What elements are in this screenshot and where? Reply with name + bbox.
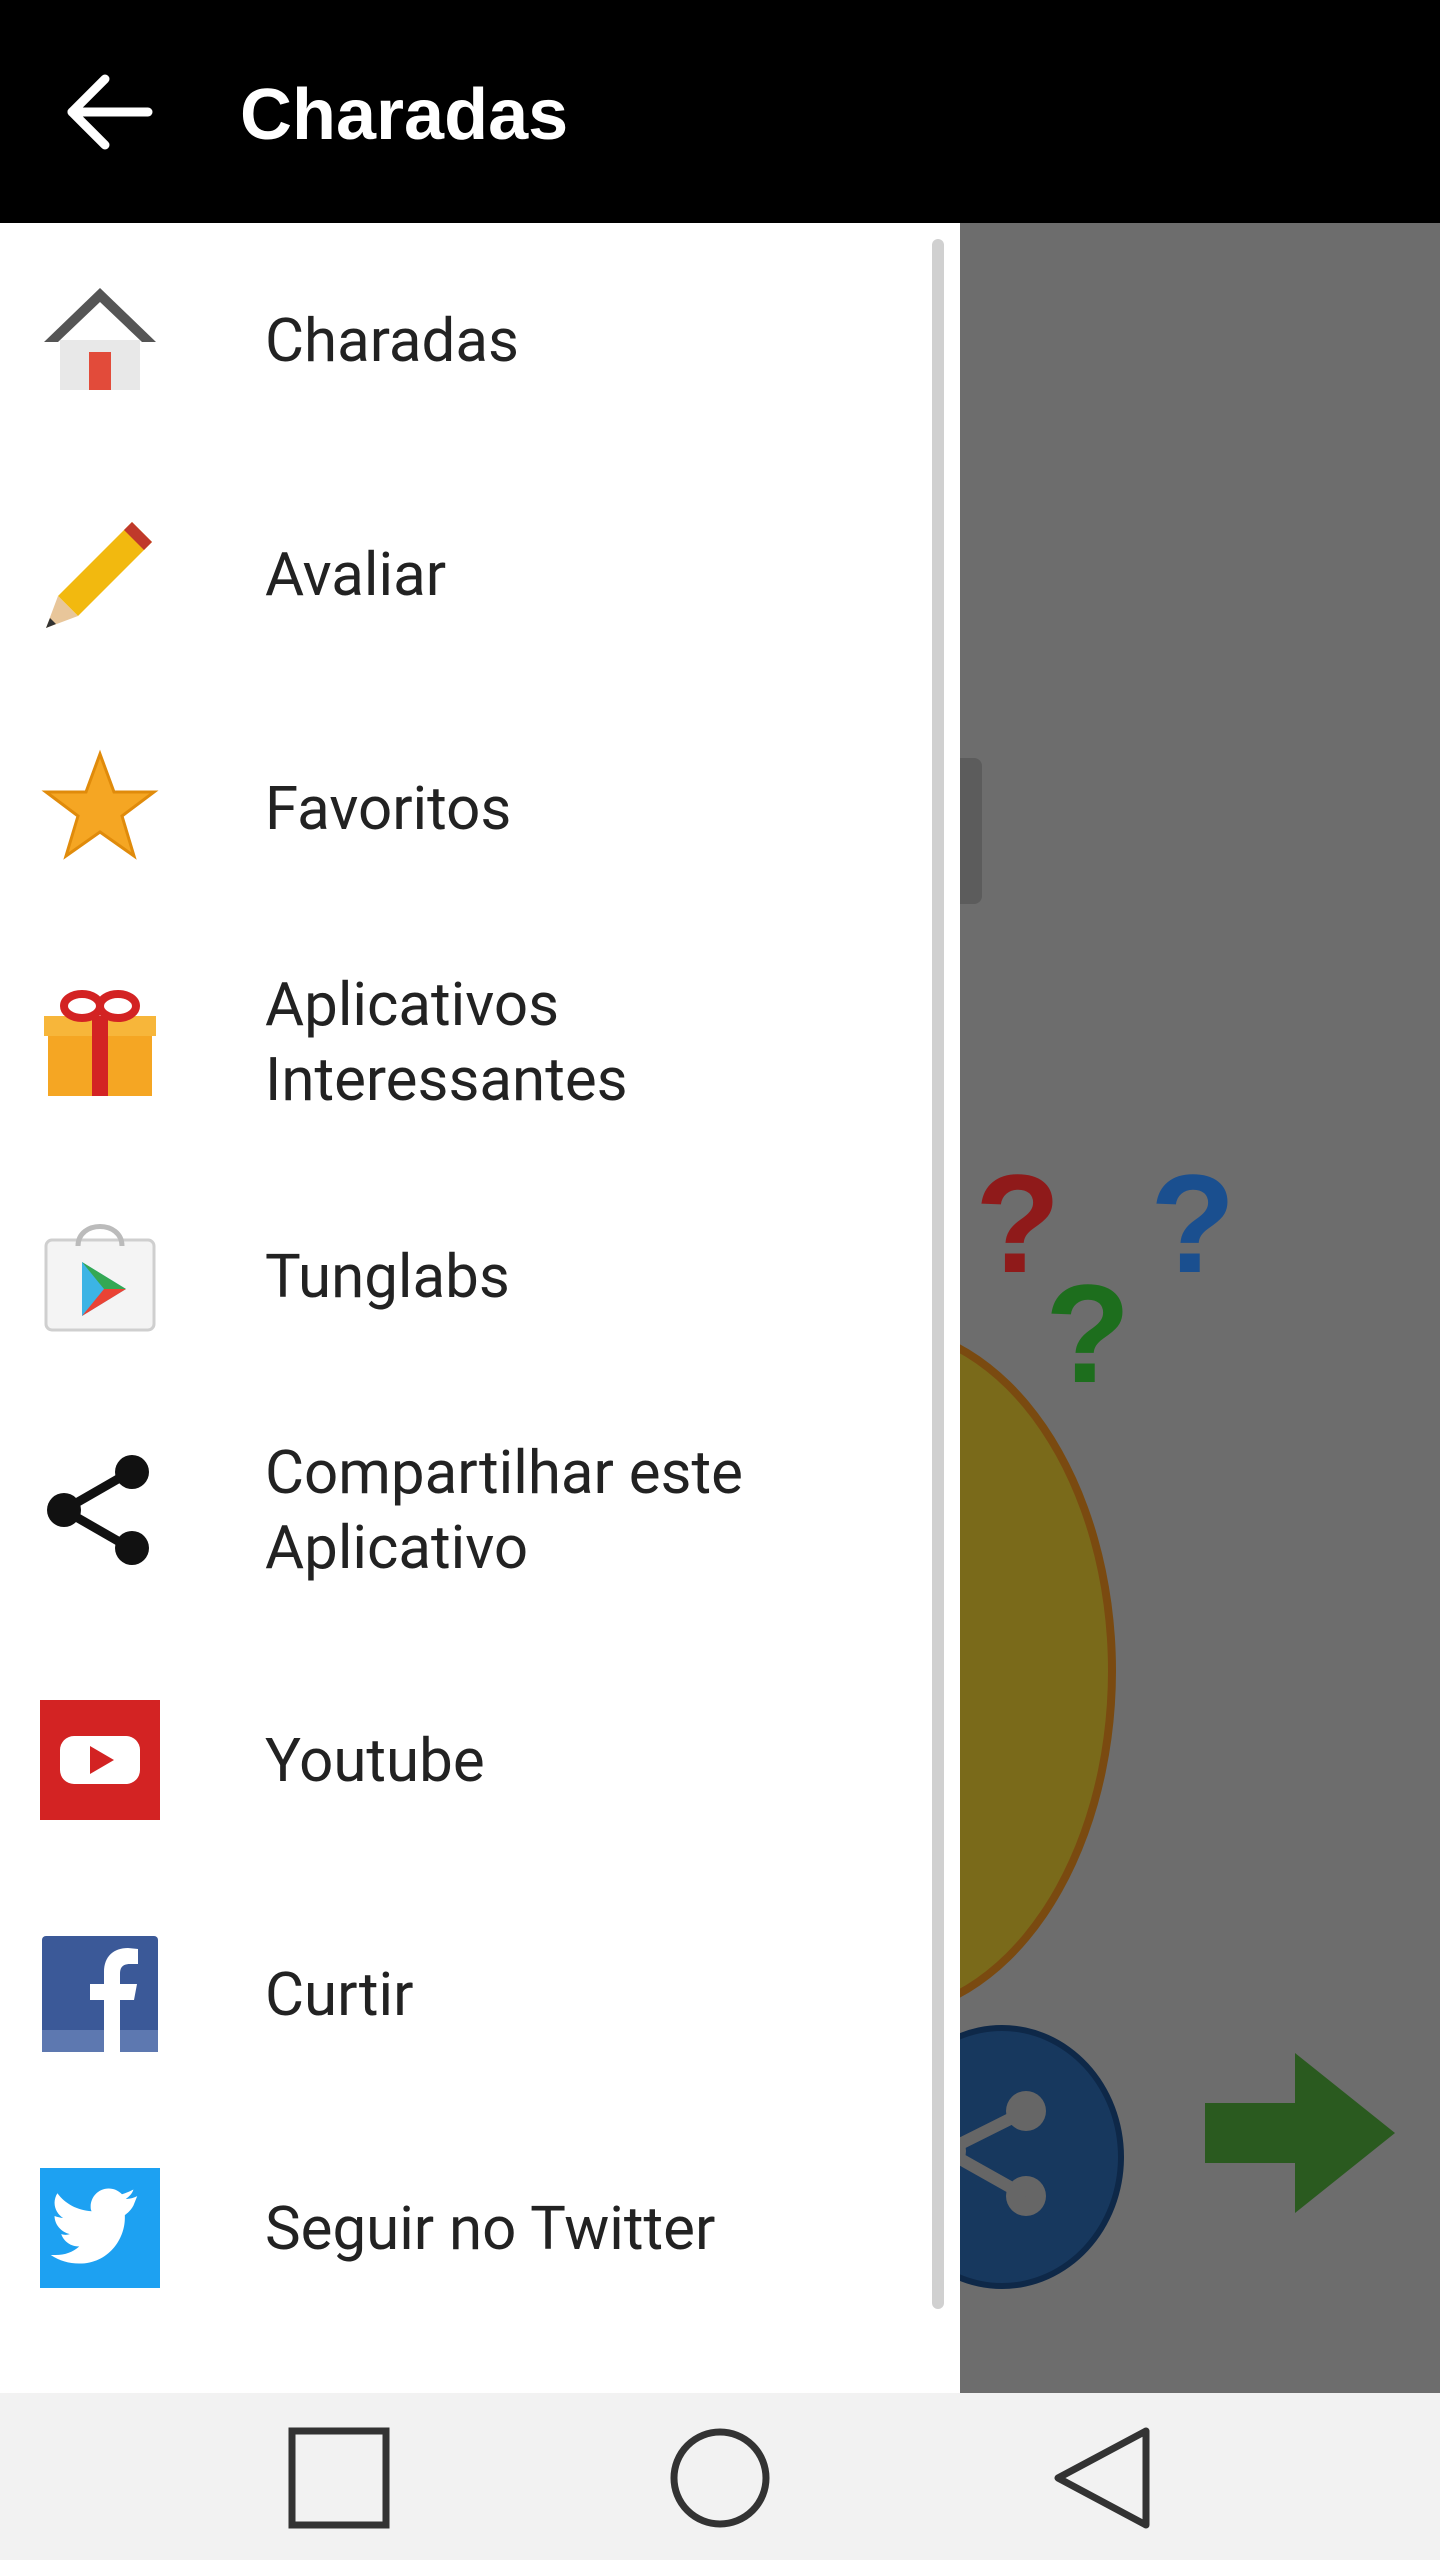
drawer-item-label: Compartilhar este Aplicativo bbox=[265, 1437, 743, 1583]
drawer-item-avaliar[interactable]: Avaliar bbox=[0, 457, 930, 691]
home-circle-icon[interactable] bbox=[665, 2423, 775, 2533]
navigation-drawer: Charadas Avaliar Favoritos Aplicativos I… bbox=[0, 223, 960, 2393]
drawer-item-label: Favoritos bbox=[265, 772, 512, 844]
recents-icon[interactable] bbox=[284, 2423, 394, 2533]
drawer-item-curtir[interactable]: Curtir bbox=[0, 1877, 930, 2111]
back-arrow-icon[interactable] bbox=[60, 62, 160, 162]
facebook-icon bbox=[40, 1934, 160, 2054]
app-title: Charadas bbox=[240, 75, 569, 155]
drawer-item-aplicativos-interessantes[interactable]: Aplicativos Interessantes bbox=[0, 925, 930, 1159]
system-navigation-bar bbox=[0, 2393, 1440, 2560]
drawer-item-label: Tunglabs bbox=[265, 1240, 510, 1312]
share-icon bbox=[40, 1450, 160, 1570]
drawer-item-youtube[interactable]: Youtube bbox=[0, 1643, 930, 1877]
back-triangle-icon[interactable] bbox=[1048, 2423, 1158, 2533]
drawer-item-label: Seguir no Twitter bbox=[265, 2192, 716, 2264]
drawer-item-label: Aplicativos Interessantes bbox=[265, 969, 628, 1115]
drawer-item-label: Curtir bbox=[265, 1958, 414, 2030]
question-mark-green: ? bbox=[1045, 1255, 1131, 1412]
gift-icon bbox=[40, 982, 160, 1102]
play-store-icon bbox=[40, 1216, 160, 1336]
drawer-item-favoritos[interactable]: Favoritos bbox=[0, 691, 930, 925]
drawer-item-label: Charadas bbox=[265, 304, 519, 376]
drawer-item-label: Youtube bbox=[265, 1724, 485, 1796]
drawer-item-tunglabs[interactable]: Tunglabs bbox=[0, 1159, 930, 1393]
drawer-item-compartilhar[interactable]: Compartilhar este Aplicativo bbox=[0, 1393, 930, 1627]
home-icon bbox=[40, 280, 160, 400]
drawer-item-charadas[interactable]: Charadas bbox=[0, 223, 930, 457]
star-icon bbox=[40, 748, 160, 868]
pencil-icon bbox=[40, 514, 160, 634]
drawer-scrollbar[interactable] bbox=[932, 239, 944, 2309]
drawer-item-label: Avaliar bbox=[265, 538, 447, 610]
twitter-icon bbox=[40, 2168, 160, 2288]
youtube-icon bbox=[40, 1700, 160, 1820]
question-mark-blue: ? bbox=[1150, 1145, 1236, 1302]
app-bar: Charadas bbox=[0, 0, 1440, 223]
drawer-item-twitter[interactable]: Seguir no Twitter bbox=[0, 2111, 930, 2345]
next-arrow-icon[interactable] bbox=[1200, 2033, 1400, 2233]
